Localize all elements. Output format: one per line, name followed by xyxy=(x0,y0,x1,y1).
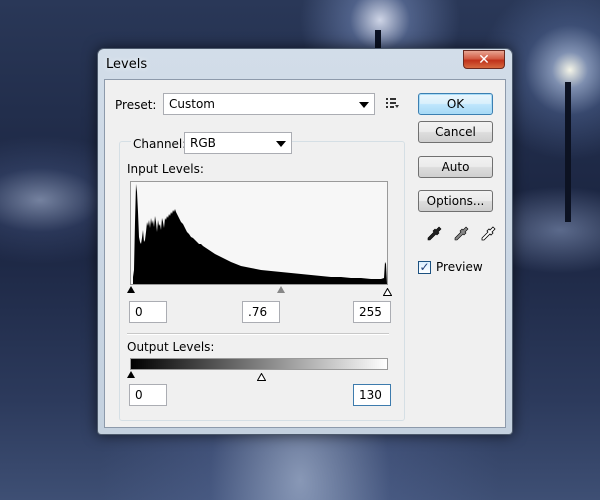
preset-dropdown[interactable]: Custom xyxy=(163,93,375,115)
output-white-field[interactable]: 130 xyxy=(353,384,391,406)
input-white-field[interactable]: 255 xyxy=(353,301,391,323)
input-black-slider[interactable] xyxy=(127,286,135,293)
input-levels-label: Input Levels: xyxy=(127,162,204,176)
options-button[interactable]: Options... xyxy=(418,190,493,212)
close-icon: ✕ xyxy=(478,52,490,68)
ok-button[interactable]: OK xyxy=(418,93,493,115)
street-lamp-post xyxy=(565,82,571,222)
dialog-title: Levels xyxy=(106,57,148,72)
divider xyxy=(127,333,389,335)
dialog-client-area: Preset: Custom Channel: RGB Input Levels… xyxy=(104,79,506,428)
histogram-graph xyxy=(133,184,387,284)
black-eyedropper-icon[interactable] xyxy=(426,226,442,245)
output-gradient-bar xyxy=(130,358,388,370)
cancel-button[interactable]: Cancel xyxy=(418,121,493,143)
input-black-field[interactable]: 0 xyxy=(129,301,167,323)
input-gamma-field[interactable]: .76 xyxy=(242,301,280,323)
gray-eyedropper-icon[interactable] xyxy=(453,226,469,245)
title-bar[interactable]: Levels ✕ xyxy=(98,49,512,79)
preset-label: Preset: xyxy=(115,98,157,112)
channel-label: Channel: xyxy=(131,137,189,151)
close-button[interactable]: ✕ xyxy=(463,50,505,69)
chevron-down-icon xyxy=(359,102,369,108)
channel-dropdown[interactable]: RGB xyxy=(184,132,292,154)
channel-value: RGB xyxy=(190,136,216,150)
preset-menu-icon[interactable] xyxy=(385,97,399,109)
preview-checkbox[interactable]: ✓ xyxy=(418,261,431,274)
levels-dialog: Levels ✕ Preset: Custom Channel: RGB Inp… xyxy=(97,48,513,435)
preset-value: Custom xyxy=(169,97,215,111)
check-icon: ✓ xyxy=(419,260,430,274)
output-black-field[interactable]: 0 xyxy=(129,384,167,406)
white-eyedropper-icon[interactable] xyxy=(480,226,496,245)
input-gamma-slider[interactable] xyxy=(277,286,285,293)
preview-label: Preview xyxy=(436,260,483,274)
input-white-slider[interactable] xyxy=(382,285,393,299)
output-white-slider[interactable] xyxy=(256,370,267,384)
output-black-slider[interactable] xyxy=(127,371,135,378)
histogram xyxy=(130,181,388,285)
output-levels-label: Output Levels: xyxy=(127,340,215,354)
chevron-down-icon xyxy=(276,141,286,147)
auto-button[interactable]: Auto xyxy=(418,156,493,178)
